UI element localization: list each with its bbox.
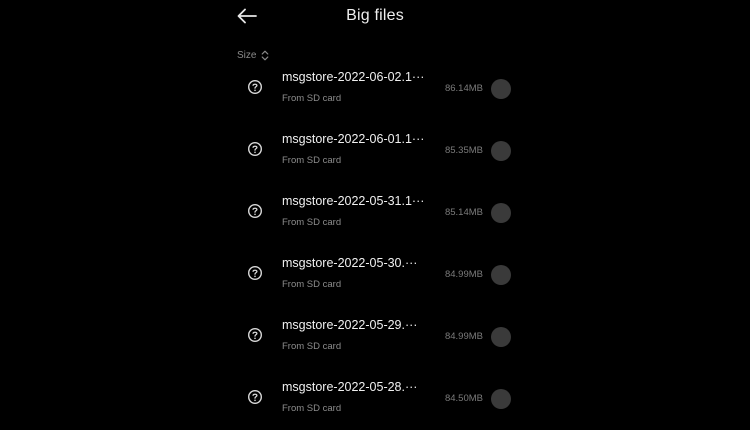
file-source: From SD card	[282, 93, 342, 104]
file-source: From SD card	[282, 403, 342, 414]
file-name: msgstore-2022-05-31.1···	[282, 194, 425, 208]
list-item[interactable]: msgstore-2022-05-30.··· From SD card 84.…	[225, 244, 525, 306]
file-name: msgstore-2022-05-28.···	[282, 380, 418, 394]
page-title: Big files	[346, 7, 404, 24]
file-name: msgstore-2022-05-30.···	[282, 256, 418, 270]
list-item[interactable]: msgstore-2022-06-02.1··· From SD card 86…	[225, 58, 525, 120]
app-header: Big files	[225, 0, 525, 36]
list-item[interactable]: msgstore-2022-06-01.1··· From SD card 85…	[225, 120, 525, 182]
unknown-file-icon	[247, 141, 263, 157]
unknown-file-icon	[247, 203, 263, 219]
list-item[interactable]: msgstore-2022-05-29.··· From SD card 84.…	[225, 306, 525, 368]
select-checkbox[interactable]	[491, 389, 511, 409]
file-name: msgstore-2022-05-29.···	[282, 318, 418, 332]
file-size: 84.99MB	[444, 331, 483, 342]
file-name: msgstore-2022-06-01.1···	[282, 132, 425, 146]
select-checkbox[interactable]	[491, 327, 511, 347]
list-item[interactable]: msgstore-2022-05-31.1··· From SD card 85…	[225, 182, 525, 244]
file-source: From SD card	[282, 155, 342, 166]
unknown-file-icon	[247, 389, 263, 405]
file-size: 85.14MB	[444, 207, 483, 218]
unknown-file-icon	[247, 327, 263, 343]
file-size: 84.99MB	[444, 269, 483, 280]
select-checkbox[interactable]	[491, 203, 511, 223]
list-item[interactable]: msgstore-2022-05-28.··· From SD card 84.…	[225, 368, 525, 430]
file-size: 85.35MB	[444, 145, 483, 156]
select-checkbox[interactable]	[491, 141, 511, 161]
select-checkbox[interactable]	[491, 265, 511, 285]
select-checkbox[interactable]	[491, 79, 511, 99]
file-size: 86.14MB	[444, 83, 483, 94]
file-source: From SD card	[282, 341, 342, 352]
file-size: 84.50MB	[444, 393, 483, 404]
unknown-file-icon	[247, 265, 263, 281]
file-name: msgstore-2022-06-02.1···	[282, 70, 425, 84]
big-files-screen: Big files Size msgstore-2022-06-02.1··· …	[225, 0, 525, 422]
file-source: From SD card	[282, 279, 342, 290]
file-source: From SD card	[282, 217, 342, 228]
unknown-file-icon	[247, 79, 263, 95]
